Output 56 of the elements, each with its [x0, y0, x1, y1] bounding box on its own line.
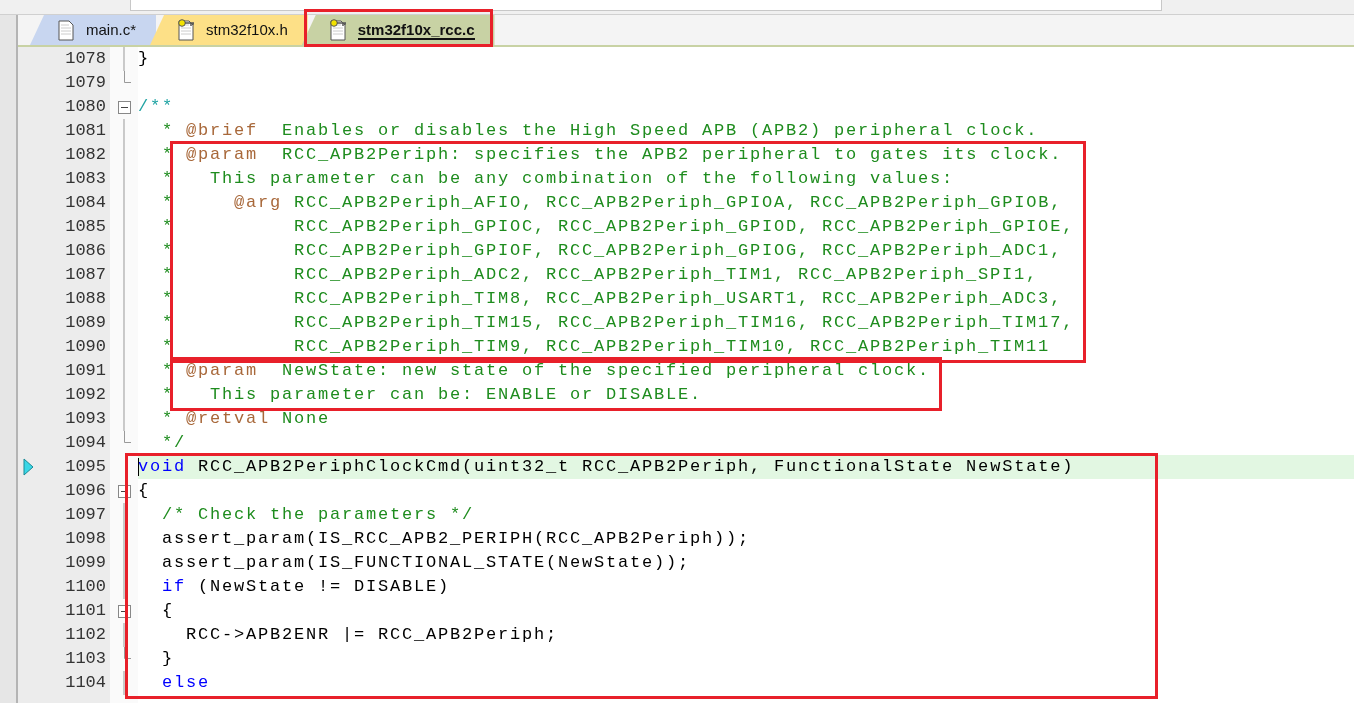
line-number: 1083 — [64, 168, 106, 190]
code-line: * This parameter can be any combination of the following values: — [161, 168, 955, 190]
code-line: * RCC_APB2Periph_GPIOF, RCC_APB2Periph_GPIOG, RCC_APB2Periph_ADC1, — [161, 240, 1063, 262]
line-number: 1082 — [64, 144, 106, 166]
line-number: 1092 — [64, 384, 106, 406]
code-line: /** — [138, 96, 174, 118]
code-line: * @arg RCC_APB2Periph_AFIO, RCC_APB2Periph_GPIOA, RCC_APB2Periph_GPIOB, — [161, 192, 1063, 214]
code-line: assert_param(IS_RCC_APB2_PERIPH(RCC_APB2Periph)); — [161, 528, 751, 550]
line-number: 1080 — [64, 96, 106, 118]
code-line: * RCC_APB2Periph_TIM8, RCC_APB2Periph_USART1, RCC_APB2Periph_ADC3, — [161, 288, 1063, 310]
file-tab[interactable]: stm32f10x_rcc.c — [301, 15, 495, 45]
code-line: if (NewState != DISABLE) — [161, 576, 451, 598]
code-line: */ — [161, 432, 186, 454]
code-line: * RCC_APB2Periph_TIM15, RCC_APB2Periph_TIM16, RCC_APB2Periph_TIM17, — [161, 312, 1075, 334]
line-number: 1088 — [64, 288, 106, 310]
code-line: RCC->APB2ENR |= RCC_APB2Periph; — [185, 624, 559, 646]
code-line: { — [138, 480, 150, 502]
line-number: 1087 — [64, 264, 106, 286]
file-tab[interactable]: main.c* — [30, 15, 157, 45]
code-line: * @param NewState: new state of the specified peripheral clock. — [161, 360, 931, 382]
code-line: * RCC_APB2Periph_ADC2, RCC_APB2Periph_TIM1, RCC_APB2Periph_SPI1, — [161, 264, 1039, 286]
line-number: 1095 — [64, 456, 106, 478]
code-line: } — [161, 648, 174, 670]
line-number: 1090 — [64, 336, 106, 358]
code-line: { — [161, 600, 174, 622]
line-number: 1096 — [64, 480, 106, 502]
code-line: * @brief Enables or disables the High Speed APB (APB2) peripheral clock. — [161, 120, 1039, 142]
code-line: * @param RCC_APB2Periph: specifies the APB2 peripheral to gates its clock. — [161, 144, 1063, 166]
line-number: 1079 — [64, 72, 106, 94]
line-number: 1099 — [64, 552, 106, 574]
line-number: 1078 — [64, 48, 106, 70]
line-number: 1093 — [64, 408, 106, 430]
line-number: 1081 — [64, 120, 106, 142]
code-line: else — [161, 672, 210, 694]
line-number: 1101 — [64, 600, 106, 622]
code-line: * RCC_APB2Periph_TIM9, RCC_APB2Periph_TIM10, RCC_APB2Periph_TIM11 — [161, 336, 1051, 358]
line-number: 1094 — [64, 432, 106, 454]
line-number: 1091 — [64, 360, 106, 382]
text-cursor — [138, 458, 139, 476]
line-number: 1100 — [64, 576, 106, 598]
line-number: 1097 — [64, 504, 106, 526]
line-number: 1089 — [64, 312, 106, 334]
code-line: * This parameter can be: ENABLE or DISABLE. — [161, 384, 703, 406]
code-line: * RCC_APB2Periph_GPIOC, RCC_APB2Periph_GPIOD, RCC_APB2Periph_GPIOE, — [161, 216, 1075, 238]
code-line: /* Check the parameters */ — [161, 504, 475, 526]
fold-toggle-icon[interactable] — [117, 100, 131, 114]
line-number: 1098 — [64, 528, 106, 550]
line-number: 1103 — [64, 648, 106, 670]
line-number: 1104 — [64, 672, 106, 694]
line-number: 1085 — [64, 216, 106, 238]
code-line: * @retval None — [161, 408, 331, 430]
line-number: 1102 — [64, 624, 106, 646]
line-number: 1084 — [64, 192, 106, 214]
code-line: } — [138, 48, 150, 70]
line-number: 1086 — [64, 240, 106, 262]
code-line: assert_param(IS_FUNCTIONAL_STATE(NewState)); — [161, 552, 691, 574]
